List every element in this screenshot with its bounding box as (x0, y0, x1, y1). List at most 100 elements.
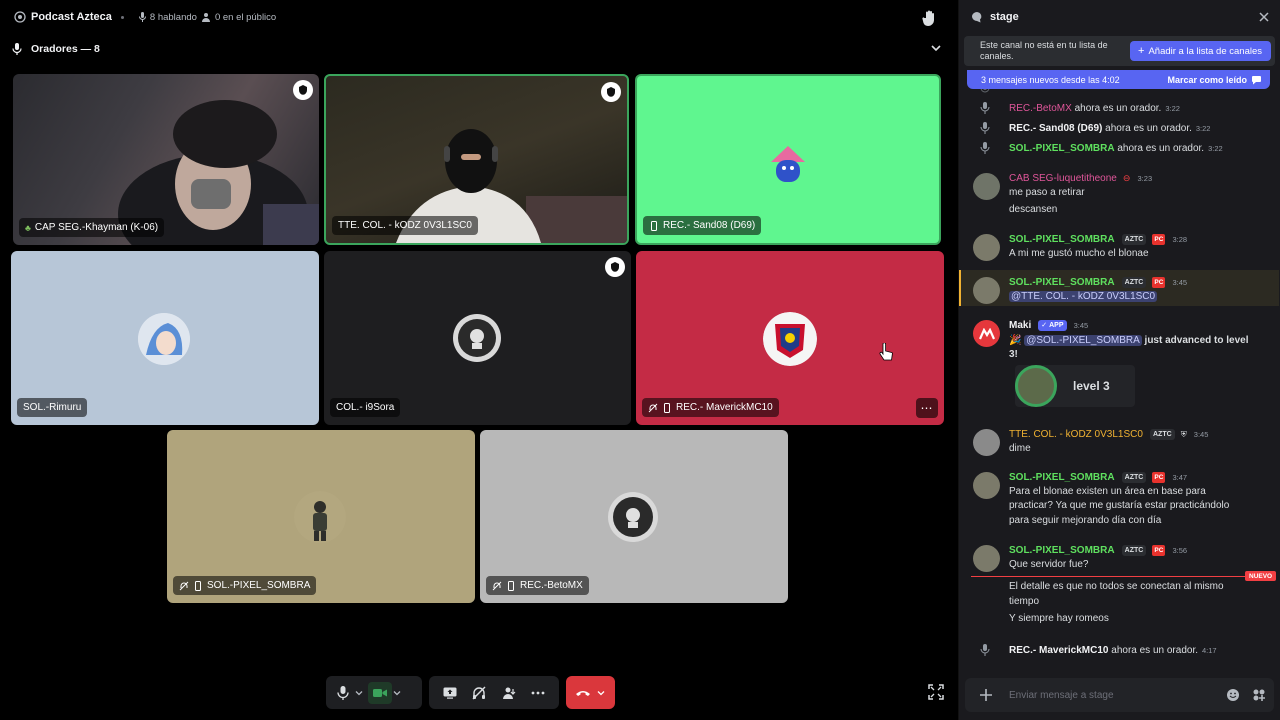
more-options-button[interactable]: ⋯ (916, 398, 938, 418)
speaker-avatar (763, 312, 817, 366)
mobile-icon (664, 402, 670, 413)
message-author[interactable]: SOL.-PIXEL_SOMBRA (1009, 472, 1115, 483)
message-time: 3:47 (1172, 473, 1188, 482)
speaker-tile-kodz[interactable]: TTE. COL. - kODZ 0V3L1SC0 (324, 74, 629, 245)
speaker-tile-pixel-sombra[interactable]: SOL.-PIXEL_SOMBRA (167, 430, 475, 603)
system-message-user[interactable]: SOL.-PIXEL_SOMBRA (1009, 143, 1115, 154)
separator-dot (120, 15, 124, 19)
message-author[interactable]: Maki (1009, 320, 1031, 331)
chevron-down-icon[interactable] (929, 41, 943, 55)
chevron-down-icon[interactable] (392, 688, 402, 698)
clan-tag: AZTC (1150, 428, 1175, 440)
message-text: me paso a retirar (1009, 187, 1085, 198)
system-message: REC.- MaverickMC10 ahora es un orador. 4… (978, 643, 1217, 657)
message-time: 3:45 (1193, 430, 1209, 439)
user-avatar[interactable] (973, 173, 1000, 200)
speaker-tile-i9sora[interactable]: COL.- i9Sora (324, 251, 631, 425)
leave-stage-button[interactable] (572, 682, 594, 704)
pc-badge-icon: PC (1152, 471, 1166, 483)
new-messages-bar[interactable]: 3 mensajes nuevos desde las 4:02 Marcar … (967, 70, 1270, 89)
clan-tag: AZTC (1121, 544, 1147, 556)
microphone-icon (12, 43, 22, 55)
app-badge: ✓ APP (1038, 319, 1067, 331)
plus-icon[interactable] (979, 688, 993, 702)
user-mention[interactable]: @SOL.-PIXEL_SOMBRA (1024, 335, 1142, 346)
mark-as-read-button[interactable]: Marcar como leído (1167, 75, 1262, 85)
speaker-tile-betomx[interactable]: REC.-BetoMX (480, 430, 788, 603)
new-messages-divider (971, 576, 1273, 577)
message-text: Y siempre hay romeos (1009, 613, 1109, 624)
message-author[interactable]: SOL.-PIXEL_SOMBRA (1009, 277, 1115, 288)
raise-hand-icon[interactable] (921, 9, 939, 27)
move-to-audience-button[interactable] (498, 682, 520, 704)
apps-icon[interactable] (1252, 688, 1266, 702)
user-avatar[interactable] (973, 277, 1000, 304)
system-message-text: ahora es un orador. (1105, 122, 1192, 134)
share-screen-button[interactable] (439, 682, 461, 704)
moderator-badge-icon (605, 257, 625, 277)
voice-controls-group (326, 676, 422, 709)
system-message-user[interactable]: REC.- Sand08 (D69) (1009, 123, 1102, 134)
camera-button[interactable] (368, 681, 392, 704)
clan-logo-avatar (452, 313, 502, 363)
speaker-name: SOL.-Rimuru (23, 402, 82, 413)
deafen-button[interactable] (468, 682, 490, 704)
add-to-channel-list-button[interactable]: + Añadir a la lista de canales (1130, 41, 1271, 61)
speaker-tile-sand08[interactable]: REC.- Sand08 (D69) (635, 74, 941, 245)
speaker-name-tag: REC.-BetoMX (486, 576, 589, 595)
deafened-icon (492, 581, 502, 590)
stage-chat-panel: stage Este canal no está en tu lista de … (958, 0, 1280, 720)
message-time: 3:45 (1073, 321, 1089, 330)
pc-badge-icon: PC (1152, 544, 1166, 556)
speaker-tile-maverick[interactable]: REC.- MaverickMC10 ⋯ (636, 251, 944, 425)
speaking-count-text: 8 hablando (149, 11, 197, 23)
speaker-name: COL.- i9Sora (336, 402, 395, 413)
mobile-icon (195, 580, 201, 591)
pc-badge-icon: PC (1152, 233, 1166, 245)
speakers-section-header[interactable]: Oradores — 8 (0, 38, 955, 60)
message-author[interactable]: SOL.-PIXEL_SOMBRA (1009, 545, 1115, 556)
message-composer[interactable]: Enviar mensaje a stage (965, 678, 1274, 712)
speaker-name: REC.- MaverickMC10 (676, 402, 773, 413)
message-author[interactable]: SOL.-PIXEL_SOMBRA (1009, 234, 1115, 245)
fullscreen-icon[interactable] (928, 684, 944, 700)
emoji-icon[interactable] (1226, 688, 1240, 702)
new-badge: NUEVO (1245, 571, 1277, 581)
audience-icon (201, 13, 210, 22)
speaker-name: TTE. COL. - kODZ 0V3L1SC0 (338, 220, 472, 231)
rank-emblem-icon: ⛨ (1180, 430, 1187, 439)
chevron-down-icon[interactable] (596, 688, 606, 698)
system-message-user[interactable]: REC.-BetoMX (1009, 103, 1072, 114)
mark-read-icon (1252, 75, 1261, 84)
user-mention[interactable]: @TTE. COL. - kODZ 0V3L1SC0 (1009, 291, 1158, 302)
leave-button-group[interactable] (566, 676, 615, 709)
message-input[interactable]: Enviar mensaje a stage (1009, 690, 1114, 701)
speaker-name-tag: TTE. COL. - kODZ 0V3L1SC0 (332, 216, 478, 235)
message-author[interactable]: CAB SEG-luquetitheone (1009, 173, 1117, 184)
close-icon[interactable] (1258, 11, 1270, 23)
user-avatar[interactable] (973, 429, 1000, 456)
system-message-user[interactable]: REC.- MaverickMC10 (1009, 645, 1108, 656)
clan-tag: AZTC (1121, 471, 1147, 483)
no-entry-icon: ⊖ (1122, 173, 1131, 183)
system-message: SOL.-PIXEL_SOMBRA ahora es un orador. 3:… (978, 141, 1223, 155)
speaker-tile-rimuru[interactable]: SOL.-Rimuru (11, 251, 319, 425)
message-time: 3:23 (1137, 174, 1153, 183)
message-time: 3:22 (1165, 103, 1180, 113)
user-avatar[interactable] (973, 234, 1000, 261)
chevron-down-icon[interactable] (354, 688, 364, 698)
speaker-name-tag: REC.- MaverickMC10 (642, 398, 779, 417)
system-message-text: ahora es un orador. (1111, 644, 1198, 656)
message-author[interactable]: TTE. COL. - kODZ 0V3L1SC0 (1009, 429, 1143, 440)
user-avatar[interactable] (973, 545, 1000, 572)
user-avatar[interactable] (973, 472, 1000, 499)
mobile-icon (651, 220, 657, 231)
microphone-button[interactable] (332, 682, 354, 704)
moderator-badge-icon (601, 82, 621, 102)
bot-avatar[interactable] (973, 320, 1000, 347)
more-actions-button[interactable] (527, 682, 549, 704)
plus-icon: + (1138, 45, 1145, 57)
stage-actions-group (429, 676, 559, 709)
app-badge-label: APP (1049, 321, 1064, 329)
speaker-tile-khayman[interactable]: ♣ CAP SEG.-Khayman (K-06) (13, 74, 319, 245)
